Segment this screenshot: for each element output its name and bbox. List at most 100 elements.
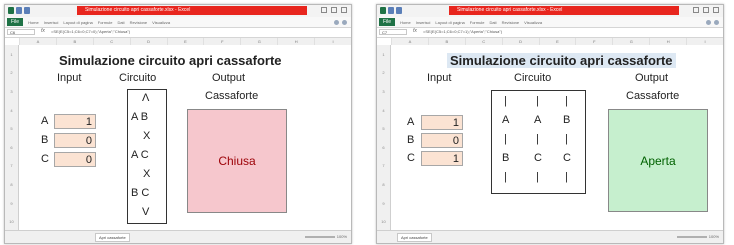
circuit-cell: A bbox=[534, 114, 542, 126]
tab-review[interactable]: Revisione bbox=[130, 20, 148, 25]
circuit-cell: | bbox=[504, 171, 507, 183]
input-cell-a[interactable]: 1 bbox=[421, 115, 463, 130]
input-cell-c[interactable]: 0 bbox=[54, 152, 96, 167]
formula-input[interactable]: =SE(E(C5=1;C6=0;C7=0);"Aperta";"Chiusa") bbox=[51, 29, 130, 34]
tab-view[interactable]: Visualizza bbox=[524, 20, 542, 25]
row-header[interactable]: 10 bbox=[377, 212, 390, 231]
circuit-header: Circuito bbox=[119, 72, 157, 84]
row-header[interactable]: 1 bbox=[377, 45, 390, 64]
sheet-tab[interactable]: Apri cassaforte bbox=[397, 233, 432, 242]
column-header[interactable]: E bbox=[166, 38, 204, 45]
zoom-slider[interactable] bbox=[677, 236, 707, 238]
tab-insert[interactable]: Inserisci bbox=[416, 20, 431, 25]
maximize-icon[interactable] bbox=[331, 7, 337, 13]
row-headers: 1 2 3 4 5 6 7 8 9 10 bbox=[5, 45, 19, 231]
tab-home[interactable]: Home bbox=[400, 20, 411, 25]
maximize-icon[interactable] bbox=[703, 7, 709, 13]
column-header[interactable]: H bbox=[277, 38, 314, 45]
minimize-icon[interactable] bbox=[693, 7, 699, 13]
fx-icon[interactable]: fx bbox=[413, 28, 417, 34]
column-header[interactable]: G bbox=[240, 38, 277, 45]
input-cell-b[interactable]: 0 bbox=[421, 133, 463, 148]
help-icon[interactable] bbox=[334, 19, 339, 25]
row-header[interactable]: 2 bbox=[377, 64, 390, 83]
close-icon[interactable] bbox=[341, 7, 347, 13]
input-label-b: B bbox=[407, 134, 415, 146]
column-header[interactable]: C bbox=[92, 38, 130, 45]
tab-review[interactable]: Revisione bbox=[502, 20, 520, 25]
account-icon[interactable] bbox=[342, 19, 347, 25]
column-header[interactable]: B bbox=[55, 38, 93, 45]
column-header[interactable]: F bbox=[575, 38, 612, 45]
minimize-icon[interactable] bbox=[321, 7, 327, 13]
row-header[interactable]: 3 bbox=[5, 82, 18, 101]
window-title: Simulazione circuito apri cassaforte.xls… bbox=[77, 6, 307, 15]
close-icon[interactable] bbox=[713, 7, 719, 13]
column-header[interactable]: H bbox=[649, 38, 686, 45]
name-box[interactable]: C6 bbox=[7, 29, 35, 35]
tab-insert[interactable]: Inserisci bbox=[44, 20, 59, 25]
worksheet[interactable]: Simulazione circuito apri cassaforte Inp… bbox=[19, 45, 351, 231]
column-header[interactable]: C bbox=[464, 38, 502, 45]
row-header[interactable]: 1 bbox=[5, 45, 18, 64]
tab-page-layout[interactable]: Layout di pagina bbox=[435, 20, 464, 25]
tab-formulas[interactable]: Formule bbox=[470, 20, 485, 25]
quick-access-toolbar[interactable] bbox=[380, 7, 402, 14]
column-header[interactable]: F bbox=[203, 38, 240, 45]
tab-page-layout[interactable]: Layout di pagina bbox=[63, 20, 92, 25]
row-header[interactable]: 6 bbox=[5, 138, 18, 157]
column-header[interactable]: I bbox=[314, 38, 351, 45]
input-cell-b[interactable]: 0 bbox=[54, 133, 96, 148]
name-box[interactable]: C7 bbox=[379, 29, 407, 35]
worksheet[interactable]: Simulazione circuito apri cassaforte Inp… bbox=[391, 45, 723, 231]
window-title: Simulazione circuito apri cassaforte.xls… bbox=[449, 6, 679, 15]
row-header[interactable]: 10 bbox=[5, 212, 18, 231]
row-header[interactable]: 7 bbox=[5, 157, 18, 176]
column-header[interactable]: D bbox=[129, 38, 167, 45]
input-label-c: C bbox=[407, 152, 415, 164]
column-header[interactable]: G bbox=[612, 38, 649, 45]
undo-icon[interactable] bbox=[396, 7, 402, 14]
row-header[interactable]: 3 bbox=[377, 82, 390, 101]
row-header[interactable]: 5 bbox=[5, 119, 18, 138]
tab-file[interactable]: File bbox=[379, 18, 396, 26]
row-header[interactable]: 4 bbox=[5, 101, 18, 120]
fx-icon[interactable]: fx bbox=[41, 28, 45, 34]
row-header[interactable]: 4 bbox=[377, 101, 390, 120]
zoom-level: 100% bbox=[336, 234, 347, 239]
column-header[interactable]: B bbox=[427, 38, 465, 45]
save-icon[interactable] bbox=[16, 7, 22, 14]
help-icon[interactable] bbox=[706, 19, 711, 25]
circuit-cell: C bbox=[563, 152, 571, 164]
row-header[interactable]: 9 bbox=[377, 194, 390, 213]
input-cell-a[interactable]: 1 bbox=[54, 114, 96, 129]
input-cell-c[interactable]: 1 bbox=[421, 151, 463, 166]
sheet-tab[interactable]: Apri cassaforte bbox=[95, 233, 130, 242]
row-header[interactable]: 5 bbox=[377, 119, 390, 138]
tab-file[interactable]: File bbox=[7, 18, 24, 26]
row-header[interactable]: 8 bbox=[5, 175, 18, 194]
undo-icon[interactable] bbox=[24, 7, 30, 14]
row-header[interactable]: 8 bbox=[377, 175, 390, 194]
tab-data[interactable]: Dati bbox=[117, 20, 124, 25]
account-icon[interactable] bbox=[714, 19, 719, 25]
ribbon-tabs: File Home Inserisci Layout di pagina For… bbox=[5, 17, 351, 28]
row-header[interactable]: 2 bbox=[5, 64, 18, 83]
formula-input[interactable]: =SE(E(C5=1;C6=0;C7=1);"Aperta";"Chiusa") bbox=[423, 29, 502, 34]
column-header[interactable]: I bbox=[686, 38, 723, 45]
tab-data[interactable]: Dati bbox=[489, 20, 496, 25]
column-header[interactable]: A bbox=[391, 38, 428, 45]
column-header[interactable]: A bbox=[19, 38, 56, 45]
zoom-slider[interactable] bbox=[305, 236, 335, 238]
row-header[interactable]: 7 bbox=[377, 157, 390, 176]
column-header[interactable]: D bbox=[501, 38, 539, 45]
tab-view[interactable]: Visualizza bbox=[152, 20, 170, 25]
row-header[interactable]: 6 bbox=[377, 138, 390, 157]
tab-home[interactable]: Home bbox=[28, 20, 39, 25]
column-header[interactable]: E bbox=[538, 38, 576, 45]
save-icon[interactable] bbox=[388, 7, 394, 14]
tab-formulas[interactable]: Formule bbox=[98, 20, 113, 25]
circuit-cell: | bbox=[504, 133, 507, 145]
row-header[interactable]: 9 bbox=[5, 194, 18, 213]
quick-access-toolbar[interactable] bbox=[8, 7, 30, 14]
